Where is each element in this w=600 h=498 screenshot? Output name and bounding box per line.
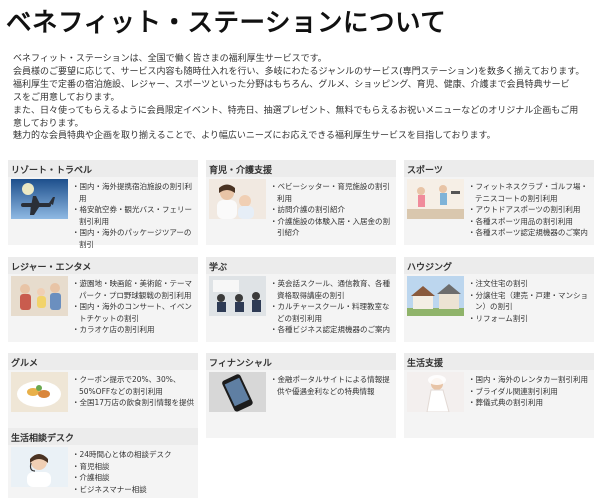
category-card-leisure[interactable]: レジャー・エンタメ 遊園地・映画館・美術館・テーマパーク・プロ野球観戦の割引利用… <box>8 257 198 342</box>
intro-line: ベネフィット・ステーションは、全国で働く皆さまの福利厚生サービスです。 <box>13 54 327 64</box>
list-item: 国内・海外提携宿泊施設の割引利用 <box>72 181 198 204</box>
list-item: カラオケ店の割引利用 <box>72 324 198 336</box>
category-heading: スポーツ <box>407 166 443 176</box>
category-header: ハウジング <box>404 257 594 274</box>
intro-line: 意しております。 <box>13 118 84 129</box>
category-items: ベビーシッター・育児施設の割引利用 訪問介護の割引紹介 介護施設の体験入居・入居… <box>270 181 396 239</box>
category-heading: ハウジング <box>407 263 453 273</box>
list-item: アウトドアスポーツの割引利用 <box>468 204 594 216</box>
list-item: 各種ビジネス認定規機器のご案内 <box>270 324 396 336</box>
category-items: 国内・海外のレンタカー割引利用 ブライダル関連割引利用 葬儀式典の割引利用 <box>468 374 594 409</box>
list-item: ビジネスマナー相談 <box>72 484 198 496</box>
category-card-childcare[interactable]: 育児・介護支援 ベビーシッター・育児施設の割引利用 訪問介護の割引紹介 介護施設… <box>206 160 396 245</box>
category-header: グルメ <box>8 353 198 370</box>
category-header: スポーツ <box>404 160 594 177</box>
intro-text: ベネフィット・ステーションは、全国で働く皆さまの福利厚生サービスです。 会員様の… <box>13 53 598 143</box>
intro-line: スをご用意しております。 <box>13 92 120 103</box>
intro-line: 福利厚生で定番の宿泊施設、レジャー、スポーツといった分野はもちろん、グルメ、ショ… <box>13 79 570 90</box>
category-header: 生活相談デスク <box>8 428 198 445</box>
category-items: フィットネスクラブ・ゴルフ場・テニスコートの割引利用 アウトドアスポーツの割引利… <box>468 181 594 239</box>
list-item: カルチャースクール・料理教室などの割引利用 <box>270 301 396 324</box>
intro-line: また、日々使ってもらえるように会員限定イベント、特売日、抽選プレゼント、無料でも… <box>13 105 579 116</box>
category-heading: 生活相談デスク <box>11 434 75 444</box>
list-item: クーポン提示で20%、30%、50%OFFなどの割引利用 <box>72 374 198 397</box>
category-heading: 生活支援 <box>407 359 444 369</box>
list-item: 介護相談 <box>72 472 198 484</box>
category-card-housing[interactable]: ハウジング 注文住宅の割引 分譲住宅（建売・戸建・マンション）の割引 リフォーム… <box>404 257 594 342</box>
list-item: 国内・海外のレンタカー割引利用 <box>468 374 594 386</box>
category-card-resort-travel[interactable]: リゾート・トラベル 国内・海外提携宿泊施設の割引利用 格安航空券・観光バス・フェ… <box>8 160 198 249</box>
fitness-photo <box>407 179 464 219</box>
category-header: 学ぶ <box>206 257 396 274</box>
list-item: 遊園地・映画館・美術館・テーマパーク・プロ野球観戦の割引利用 <box>72 278 198 301</box>
dish-photo <box>11 372 68 412</box>
list-item: 介護施設の体験入居・入居金の割引紹介 <box>270 216 396 239</box>
intro-line: 会員様のご要望に応じて、サービス内容も随時仕入れを行い、多岐にわたるジャンルのサ… <box>13 66 585 77</box>
category-header: フィナンシャル <box>206 353 396 370</box>
list-item: 訪問介護の割引紹介 <box>270 204 396 216</box>
category-card-life-support[interactable]: 生活支援 国内・海外のレンタカー割引利用 ブライダル関連割引利用 葬儀式典の割引… <box>404 353 594 438</box>
bride-photo <box>407 372 464 412</box>
intro-line: 魅力的な会員特典や企画を取り揃えることで、より幅広いニーズにお応えできる福利厚生… <box>13 131 496 142</box>
airplane-photo <box>11 179 68 219</box>
category-card-sports[interactable]: スポーツ フィットネスクラブ・ゴルフ場・テニスコートの割引利用 アウトドアスポー… <box>404 160 594 245</box>
list-item: 育児相談 <box>72 461 198 473</box>
category-heading: フィナンシャル <box>209 359 272 369</box>
list-item: ブライダル関連割引利用 <box>468 386 594 398</box>
category-card-learning[interactable]: 学ぶ 英会話スクール、通信教育、各種資格取得講座の割引 カルチャースクール・料理… <box>206 257 396 342</box>
list-item: 英会話スクール、通信教育、各種資格取得講座の割引 <box>270 278 396 301</box>
list-item: 各種スポーツ認定規機器のご案内 <box>468 227 594 239</box>
category-heading: グルメ <box>11 359 39 369</box>
category-heading: リゾート・トラベル <box>11 166 93 176</box>
family-leisure-photo <box>11 276 68 316</box>
category-items: 金融ポータルサイトによる情報提供や優遇金利などの特典情報 <box>270 374 396 397</box>
category-card-gourmet[interactable]: グルメ クーポン提示で20%、30%、50%OFFなどの割引利用 全国17万店の… <box>8 353 198 438</box>
list-item: 注文住宅の割引 <box>468 278 594 290</box>
list-item: 24時間心と体の相談デスク <box>72 449 198 461</box>
category-items: 遊園地・映画館・美術館・テーマパーク・プロ野球観戦の割引利用 国内・海外のコンサ… <box>72 278 198 336</box>
category-heading: レジャー・エンタメ <box>11 263 92 273</box>
category-header: 生活支援 <box>404 353 594 370</box>
list-item: 葬儀式典の割引利用 <box>468 397 594 409</box>
category-heading: 学ぶ <box>209 263 228 273</box>
category-card-consultation[interactable]: 生活相談デスク 24時間心と体の相談デスク 育児相談 介護相談 ビジネスマナー相… <box>8 428 198 498</box>
category-items: 24時間心と体の相談デスク 育児相談 介護相談 ビジネスマナー相談 <box>72 449 198 495</box>
list-item: 国内・海外のパッケージツアーの割引 <box>72 227 198 250</box>
category-card-financial[interactable]: フィナンシャル 金融ポータルサイトによる情報提供や優遇金利などの特典情報 <box>206 353 396 438</box>
category-items: 国内・海外提携宿泊施設の割引利用 格安航空券・観光バス・フェリー割引利用 国内・… <box>72 181 198 251</box>
list-item: 金融ポータルサイトによる情報提供や優遇金利などの特典情報 <box>270 374 396 397</box>
category-header: レジャー・エンタメ <box>8 257 198 274</box>
category-items: 英会話スクール、通信教育、各種資格取得講座の割引 カルチャースクール・料理教室な… <box>270 278 396 336</box>
list-item: 各種スポーツ用品の割引利用 <box>468 216 594 228</box>
list-item: 格安航空券・観光バス・フェリー割引利用 <box>72 204 198 227</box>
houses-photo <box>407 276 464 316</box>
list-item: 分譲住宅（建売・戸建・マンション）の割引 <box>468 290 594 313</box>
category-items: クーポン提示で20%、30%、50%OFFなどの割引利用 全国17万店の飲食割引… <box>72 374 198 409</box>
page-title: ベネフィット・ステーションについて <box>6 8 447 38</box>
list-item: リフォーム割引 <box>468 313 594 325</box>
list-item: 全国17万店の飲食割引情報を提供 <box>72 397 198 409</box>
category-heading: 育児・介護支援 <box>209 166 273 176</box>
list-item: 国内・海外のコンサート、イベントチケットの割引 <box>72 301 198 324</box>
category-items: 注文住宅の割引 分譲住宅（建売・戸建・マンション）の割引 リフォーム割引 <box>468 278 594 324</box>
category-header: 育児・介護支援 <box>206 160 396 177</box>
list-item: フィットネスクラブ・ゴルフ場・テニスコートの割引利用 <box>468 181 594 204</box>
classroom-photo <box>209 276 266 316</box>
list-item: ベビーシッター・育児施設の割引利用 <box>270 181 396 204</box>
smartphone-photo <box>209 372 266 412</box>
page: ベネフィット・ステーションについて ベネフィット・ステーションは、全国で働く皆さ… <box>0 0 600 498</box>
mother-child-photo <box>209 179 266 219</box>
category-header: リゾート・トラベル <box>8 160 198 177</box>
operator-photo <box>11 447 68 487</box>
